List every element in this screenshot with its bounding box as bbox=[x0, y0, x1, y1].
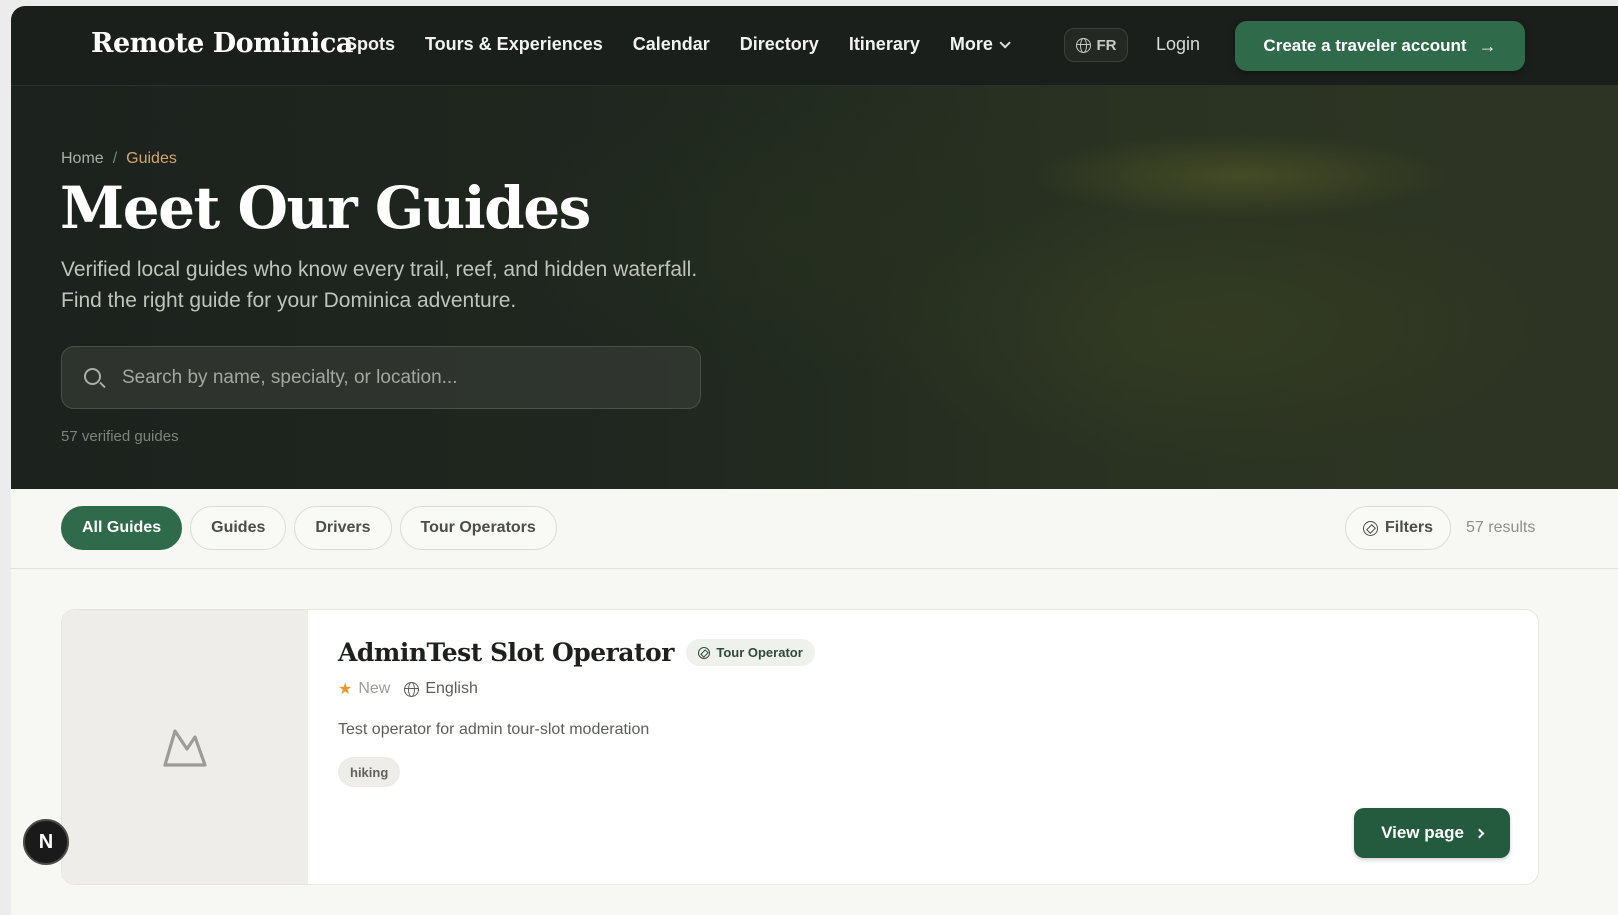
app-window: Remote Dominica Spots Tours & Experience… bbox=[11, 6, 1618, 915]
top-nav: Remote Dominica Spots Tours & Experience… bbox=[11, 6, 1618, 86]
nav-link-calendar[interactable]: Calendar bbox=[633, 34, 710, 55]
language-info: English bbox=[404, 680, 478, 698]
breadcrumb: Home / Guides bbox=[61, 150, 177, 168]
globe-icon bbox=[1075, 37, 1091, 53]
view-page-button[interactable]: View page bbox=[1354, 808, 1510, 858]
chip-all-guides[interactable]: All Guides bbox=[61, 506, 183, 550]
search-box bbox=[61, 346, 701, 409]
results-count: 57 results bbox=[1466, 519, 1536, 536]
category-chips: All Guides Guides Drivers Tour Operators bbox=[61, 506, 557, 550]
page-title: Meet Our Guides bbox=[60, 174, 591, 242]
nav-link-spots[interactable]: Spots bbox=[345, 34, 395, 55]
language-label: FR bbox=[1096, 36, 1117, 54]
type-badge: Tour Operator bbox=[686, 639, 815, 666]
language-value: English bbox=[425, 680, 478, 697]
chevron-down-icon bbox=[999, 36, 1011, 49]
filters-button[interactable]: Filters bbox=[1345, 506, 1451, 550]
language-switcher[interactable]: FR bbox=[1064, 28, 1128, 62]
filters-label: Filters bbox=[1384, 519, 1433, 536]
guide-card[interactable]: AdminTest Slot Operator Tour Operator ★ … bbox=[61, 609, 1539, 885]
login-link[interactable]: Login bbox=[1156, 34, 1200, 55]
rating: ★ New bbox=[338, 679, 390, 699]
rating-label: New bbox=[358, 680, 391, 697]
filter-bar: All Guides Guides Drivers Tour Operators… bbox=[11, 489, 1618, 569]
breadcrumb-home[interactable]: Home bbox=[61, 150, 104, 168]
specialty-tag: hiking bbox=[338, 757, 401, 787]
nav-more-dropdown[interactable]: More bbox=[949, 34, 1011, 55]
dev-tools-badge[interactable]: N bbox=[23, 819, 69, 865]
card-header: AdminTest Slot Operator Tour Operator bbox=[338, 638, 815, 667]
card-meta: ★ New English bbox=[338, 679, 815, 699]
view-page-label: View page bbox=[1381, 823, 1464, 842]
nav-link-itinerary[interactable]: Itinerary bbox=[849, 34, 920, 55]
nav-links: Spots Tours & Experiences Calendar Direc… bbox=[345, 34, 1037, 55]
type-badge-label: Tour Operator bbox=[716, 645, 803, 660]
chip-guides[interactable]: Guides bbox=[190, 506, 287, 550]
card-description: Test operator for admin tour-slot modera… bbox=[338, 721, 650, 738]
chip-tour-operators[interactable]: Tour Operators bbox=[399, 506, 557, 550]
chip-drivers[interactable]: Drivers bbox=[294, 506, 392, 550]
nav-more-label: More bbox=[949, 34, 993, 54]
arrow-right-icon: → bbox=[1478, 35, 1497, 56]
globe-icon bbox=[404, 681, 420, 697]
chevron-right-icon bbox=[1474, 828, 1485, 838]
star-icon: ★ bbox=[338, 681, 353, 698]
card-title[interactable]: AdminTest Slot Operator bbox=[338, 638, 674, 667]
search-icon bbox=[84, 368, 101, 385]
nav-link-tours[interactable]: Tours & Experiences bbox=[425, 34, 603, 55]
card-thumbnail bbox=[62, 610, 308, 884]
search-input[interactable] bbox=[122, 347, 682, 408]
create-account-button[interactable]: Create a traveler account → bbox=[1235, 21, 1525, 71]
create-account-label: Create a traveler account bbox=[1263, 36, 1467, 55]
card-body: AdminTest Slot Operator Tour Operator ★ … bbox=[338, 638, 815, 787]
guide-count: 57 verified guides bbox=[61, 428, 179, 445]
breadcrumb-current: Guides bbox=[126, 150, 177, 167]
hero-section: Home / Guides Meet Our Guides Verified l… bbox=[11, 86, 1618, 489]
mountain-icon bbox=[163, 729, 207, 767]
page-subtitle: Verified local guides who know every tra… bbox=[61, 258, 698, 312]
nav-link-directory[interactable]: Directory bbox=[740, 34, 819, 55]
breadcrumb-separator: / bbox=[112, 150, 118, 167]
brand-logo[interactable]: Remote Dominica bbox=[91, 28, 353, 59]
compass-icon bbox=[698, 646, 711, 659]
compass-icon bbox=[1362, 520, 1378, 536]
